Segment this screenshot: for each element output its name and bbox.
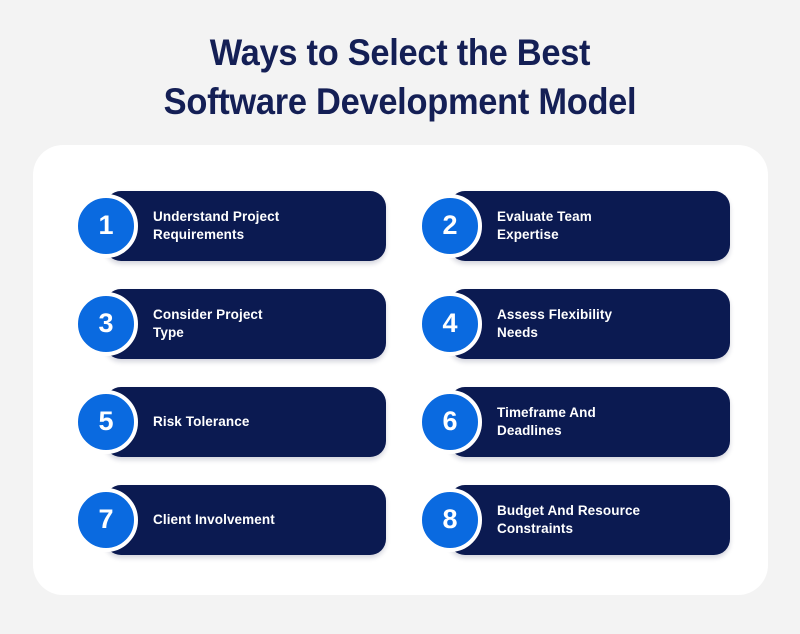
step-label-5: Risk Tolerance <box>153 414 250 429</box>
step-badge-2: 2 <box>418 194 482 258</box>
step-label-4: Assess Flexibility Needs <box>497 307 613 340</box>
step-badge-3: 3 <box>74 292 138 356</box>
step-item-8[interactable]: Budget And Resource Constraints 8 <box>418 485 730 555</box>
step-item-3[interactable]: Consider Project Type 3 <box>74 289 386 359</box>
step-item-7[interactable]: Client Involvement 7 <box>74 485 386 555</box>
step-card-3[interactable]: Consider Project Type <box>105 289 386 359</box>
step-card-1[interactable]: Understand Project Requirements <box>105 191 386 261</box>
page-title: Ways to Select the Best Software Develop… <box>0 28 800 126</box>
step-number-7: 7 <box>98 504 114 534</box>
step-number-3: 3 <box>98 308 114 338</box>
infographic-root: Ways to Select the Best Software Develop… <box>0 0 800 634</box>
step-badge-4: 4 <box>418 292 482 356</box>
step-label-8: Budget And Resource Constraints <box>497 503 641 536</box>
step-number-6: 6 <box>442 406 458 436</box>
step-badge-6: 6 <box>418 390 482 454</box>
step-label-6: Timeframe And Deadlines <box>497 405 596 438</box>
step-label-2: Evaluate Team Expertise <box>497 209 592 242</box>
page-title-line-1: Ways to Select the Best <box>209 32 591 73</box>
step-card-2[interactable]: Evaluate Team Expertise <box>449 191 730 261</box>
step-label-7: Client Involvement <box>153 512 275 527</box>
step-card-4[interactable]: Assess Flexibility Needs <box>449 289 730 359</box>
step-badge-5: 5 <box>74 390 138 454</box>
step-number-8: 8 <box>442 504 458 534</box>
step-card-6[interactable]: Timeframe And Deadlines <box>449 387 730 457</box>
step-label-1: Understand Project Requirements <box>153 209 280 242</box>
step-badge-7: 7 <box>74 488 138 552</box>
step-item-1[interactable]: Understand Project Requirements 1 <box>74 191 386 261</box>
step-number-2: 2 <box>442 210 458 240</box>
step-badge-1: 1 <box>74 194 138 258</box>
step-label-3: Consider Project Type <box>153 307 263 340</box>
step-item-5[interactable]: Risk Tolerance 5 <box>74 387 386 457</box>
step-item-2[interactable]: Evaluate Team Expertise 2 <box>418 191 730 261</box>
step-badge-8: 8 <box>418 488 482 552</box>
step-item-6[interactable]: Timeframe And Deadlines 6 <box>418 387 730 457</box>
steps-grid: Understand Project Requirements 1 Evalua… <box>74 191 730 555</box>
step-number-1: 1 <box>98 210 114 240</box>
step-card-7[interactable]: Client Involvement <box>105 485 386 555</box>
step-number-5: 5 <box>98 406 114 436</box>
step-number-4: 4 <box>442 308 458 338</box>
page-title-line-2: Software Development Model <box>163 81 637 122</box>
step-item-4[interactable]: Assess Flexibility Needs 4 <box>418 289 730 359</box>
step-card-8[interactable]: Budget And Resource Constraints <box>449 485 730 555</box>
step-card-5[interactable]: Risk Tolerance <box>105 387 386 457</box>
